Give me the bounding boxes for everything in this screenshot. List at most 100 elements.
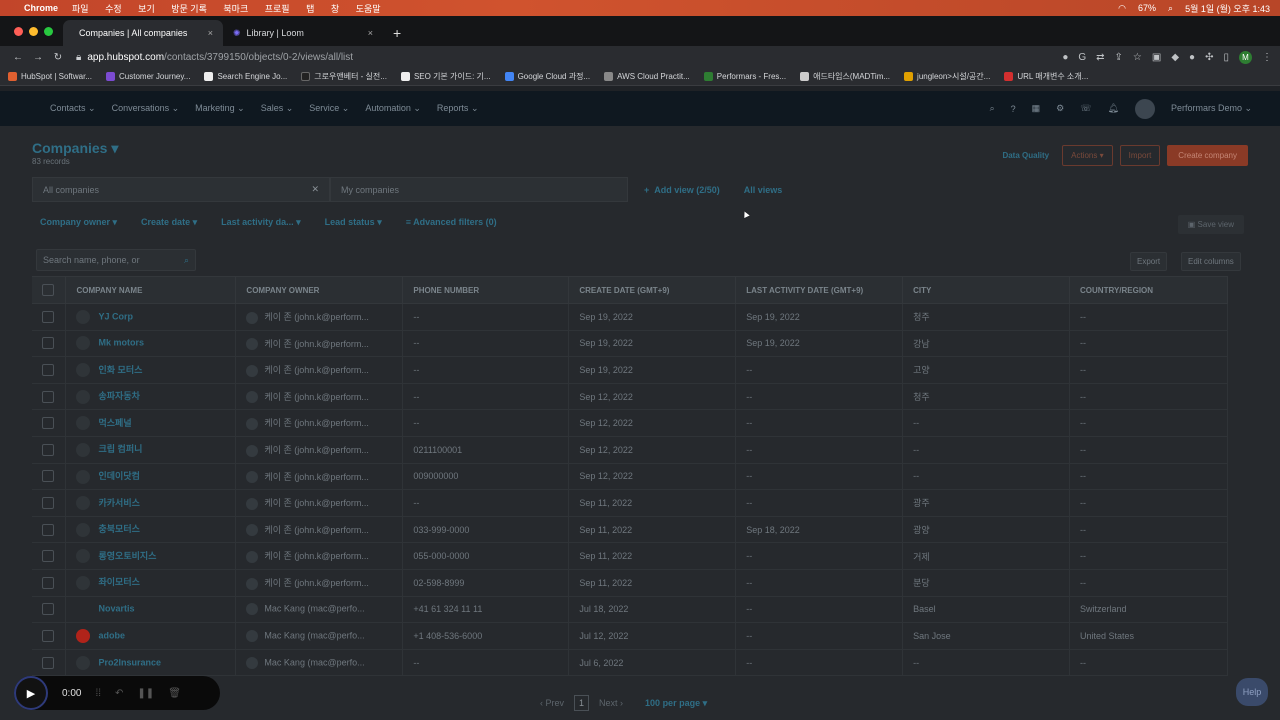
bookmark-item[interactable]: 그로우앤베터 - 실전... <box>301 71 387 82</box>
country-cell[interactable]: Switzerland <box>1069 596 1228 623</box>
column-header[interactable]: COMPANY NAME <box>65 276 237 304</box>
bookmark-star-icon[interactable]: ☆ <box>1133 52 1142 63</box>
company-owner-cell[interactable]: 케이 존 (john.k@perform... <box>235 356 404 384</box>
create-company-button[interactable]: Create company <box>1167 145 1248 166</box>
city-cell[interactable]: Basel <box>902 596 1071 623</box>
current-page[interactable]: 1 <box>574 695 590 711</box>
company-owner-cell[interactable]: 케이 존 (john.k@perform... <box>235 330 404 357</box>
city-cell[interactable]: -- <box>902 436 1071 464</box>
app-menu-name[interactable]: Chrome <box>24 3 58 13</box>
forward-icon[interactable]: → <box>28 52 48 63</box>
import-button[interactable]: Import <box>1119 145 1161 166</box>
company-owner-cell[interactable]: 케이 존 (john.k@perform... <box>235 383 404 410</box>
pause-icon[interactable]: ❚❚ <box>137 688 154 699</box>
row-checkbox[interactable] <box>42 603 54 616</box>
row-checkbox[interactable] <box>42 390 54 403</box>
sidebar-icon[interactable]: ▯ <box>1223 52 1229 63</box>
table-row[interactable]: 송파자동차 케이 존 (john.k@perform... -- Sep 12, 20… <box>32 383 1228 410</box>
column-header[interactable]: COUNTRY/REGION <box>1069 276 1228 304</box>
row-checkbox[interactable] <box>42 443 54 456</box>
row-checkbox[interactable] <box>42 496 54 509</box>
country-cell[interactable]: -- <box>1069 383 1228 410</box>
page-title[interactable]: Companies ▾ <box>32 140 118 157</box>
company-name-cell[interactable]: 인데이닷컴 <box>65 463 237 490</box>
table-row[interactable]: 롱영오토비지스 케이 존 (john.k@perform... 055-000-00… <box>32 542 1228 570</box>
mac-menu-item[interactable]: 탭 <box>306 4 314 14</box>
city-cell[interactable]: -- <box>902 649 1071 676</box>
microphone-icon[interactable]: ● <box>1062 52 1068 63</box>
company-owner-cell[interactable]: 케이 존 (john.k@perform... <box>235 409 404 437</box>
company-owner-cell[interactable]: Mac Kang (mac@perfo... <box>235 596 404 623</box>
phone-cell[interactable]: -- <box>402 383 570 410</box>
new-tab-icon[interactable]: + <box>383 20 411 46</box>
row-checkbox[interactable] <box>42 550 54 563</box>
filter-last-activity[interactable]: Last activity da... ▾ <box>221 217 301 228</box>
company-name-cell[interactable]: adobe <box>65 622 237 650</box>
phone-cell[interactable]: 009000000 <box>402 463 570 490</box>
city-cell[interactable]: 거제 <box>902 542 1071 570</box>
create-date-cell[interactable]: Sep 12, 2022 <box>568 463 737 490</box>
company-owner-cell[interactable]: 케이 존 (john.k@perform... <box>235 463 404 490</box>
extension-icon[interactable]: ● <box>1189 52 1195 63</box>
table-row[interactable]: adobe Mac Kang (mac@perfo... +1 408-536-60… <box>32 622 1228 650</box>
phone-cell[interactable]: -- <box>402 303 570 331</box>
phone-cell[interactable]: 055-000-0000 <box>402 542 570 570</box>
country-cell[interactable]: -- <box>1069 649 1228 676</box>
nav-reports[interactable]: Reports ⌄ <box>437 103 479 114</box>
mac-menu-item[interactable]: 도움말 <box>356 4 381 14</box>
phone-cell[interactable]: -- <box>402 489 570 517</box>
marketplace-icon[interactable]: ▦ <box>1032 103 1041 114</box>
company-name-cell[interactable]: 카카서비스 <box>65 489 237 517</box>
nav-automation[interactable]: Automation ⌄ <box>365 103 421 114</box>
company-name-cell[interactable]: 크립 컴퍼니 <box>65 436 237 464</box>
table-row[interactable]: Mk motors 케이 존 (john.k@perform... -- Sep 19… <box>32 330 1228 357</box>
create-date-cell[interactable]: Sep 11, 2022 <box>568 542 737 570</box>
search-icon[interactable]: ⌕ <box>184 255 189 266</box>
create-date-cell[interactable]: Sep 12, 2022 <box>568 436 737 464</box>
company-owner-cell[interactable]: 케이 존 (john.k@perform... <box>235 516 404 543</box>
mac-menu-item[interactable]: 보기 <box>138 4 155 14</box>
company-owner-cell[interactable]: 케이 존 (john.k@perform... <box>235 569 404 597</box>
per-page-select[interactable]: 100 per page ▾ <box>645 698 707 709</box>
account-avatar[interactable] <box>1134 98 1155 119</box>
bookmark-item[interactable]: SEO 기본 가이드: 기... <box>400 71 491 82</box>
mac-menu-item[interactable]: 파일 <box>72 4 89 14</box>
row-checkbox[interactable] <box>42 470 54 483</box>
restart-icon[interactable]: ↶ <box>115 688 123 699</box>
camera-icon[interactable]: ▶ <box>14 676 48 710</box>
mac-menu-item[interactable]: 프로필 <box>265 4 290 14</box>
row-checkbox[interactable] <box>42 523 54 536</box>
city-cell[interactable]: San Jose <box>902 622 1071 650</box>
phone-cell[interactable]: 0211100001 <box>402 436 570 464</box>
filter-create-date[interactable]: Create date ▾ <box>141 217 197 228</box>
last-activity-cell[interactable]: Sep 19, 2022 <box>735 330 904 357</box>
row-checkbox[interactable] <box>42 629 54 642</box>
company-name-cell[interactable]: 먹스페널 <box>65 409 237 437</box>
table-row[interactable]: Novartis Mac Kang (mac@perfo... +41 61 324… <box>32 596 1228 623</box>
add-view-button[interactable]: + Add view (2/50) <box>644 185 720 195</box>
data-quality-link[interactable]: Data Quality <box>1002 151 1049 160</box>
country-cell[interactable]: -- <box>1069 463 1228 490</box>
city-cell[interactable]: -- <box>902 463 1071 490</box>
more-menu-icon[interactable]: ⋮ <box>1262 52 1272 63</box>
last-activity-cell[interactable]: -- <box>735 463 904 490</box>
country-cell[interactable]: -- <box>1069 516 1228 543</box>
company-name-cell[interactable]: Novartis <box>65 596 237 623</box>
edit-columns-button[interactable]: Edit columns <box>1181 252 1241 271</box>
create-date-cell[interactable]: Sep 19, 2022 <box>568 330 737 357</box>
city-cell[interactable]: 청주 <box>902 383 1071 410</box>
mac-menu-item[interactable]: 창 <box>331 4 339 14</box>
column-header[interactable]: COMPANY OWNER <box>235 276 404 304</box>
phone-cell[interactable]: +1 408-536-6000 <box>402 622 570 650</box>
puzzle-icon[interactable]: ✣ <box>1205 52 1213 63</box>
bookmark-item[interactable]: Customer Journey... <box>106 72 190 81</box>
company-name-cell[interactable]: 롱영오토비지스 <box>65 542 237 570</box>
search-input[interactable]: Search name, phone, or ⌕ <box>36 249 196 271</box>
company-name-cell[interactable]: 충북모터스 <box>65 516 237 543</box>
phone-cell[interactable]: 033-999-0000 <box>402 516 570 543</box>
translate-icon[interactable]: ⇄ <box>1096 52 1104 63</box>
company-owner-cell[interactable]: Mac Kang (mac@perfo... <box>235 649 404 676</box>
table-row[interactable]: YJ Corp 케이 존 (john.k@perform... -- Sep 19, … <box>32 303 1228 331</box>
company-name-cell[interactable]: Mk motors <box>65 330 237 357</box>
last-activity-cell[interactable]: -- <box>735 383 904 410</box>
